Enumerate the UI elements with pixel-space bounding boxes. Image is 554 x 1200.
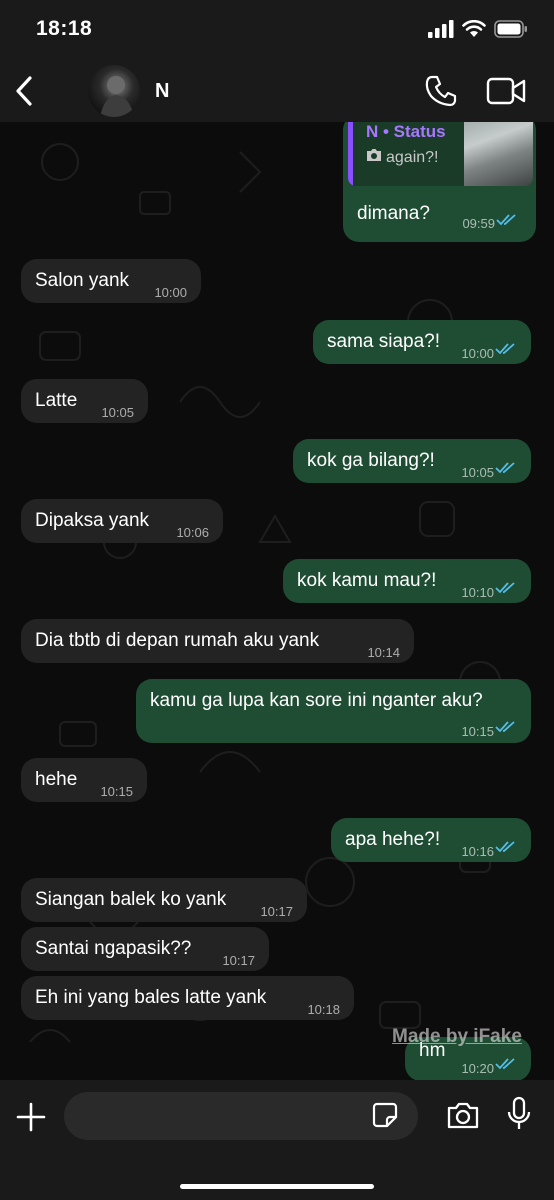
camera-icon[interactable] (446, 1100, 480, 1130)
message-text: Santai ngapasik?? (35, 938, 192, 959)
message-text: kamu ga lupa kan sore ini nganter aku? (150, 690, 483, 711)
message-time: 10:06 (176, 525, 209, 540)
status-bar: 18:18 (0, 0, 554, 60)
status-thumbnail (464, 122, 533, 186)
message-time: 10:17 (260, 904, 293, 919)
watermark: Made by iFake (392, 1026, 522, 1047)
message-time: 10:14 (367, 645, 400, 660)
message-time: 10:18 (307, 1002, 340, 1017)
message-time: 10:00 (461, 346, 494, 361)
message-text: dimana? (357, 203, 430, 224)
read-ticks-icon (495, 841, 515, 853)
message-incoming[interactable]: Dipaksa yank 10:06 (21, 499, 223, 543)
contact-name[interactable]: N (155, 80, 169, 103)
avatar[interactable] (88, 65, 140, 117)
message-input[interactable] (64, 1092, 418, 1140)
signal-icon (428, 20, 454, 38)
message-text: Latte (35, 390, 78, 411)
system-icons (428, 20, 528, 38)
battery-icon (494, 20, 527, 38)
message-time: 10:15 (461, 724, 494, 739)
quote-subtitle: again?! (386, 149, 439, 166)
message-outgoing[interactable]: N • Status again?! dimana? 09:59 (343, 122, 536, 242)
quote-title: N • Status (366, 122, 446, 141)
message-time: 10:05 (461, 465, 494, 480)
quoted-status[interactable]: N • Status again?! (348, 122, 533, 186)
home-indicator (180, 1184, 374, 1189)
wifi-icon (462, 20, 486, 37)
read-ticks-icon (495, 462, 515, 474)
message-text: Salon yank (35, 270, 130, 291)
message-incoming[interactable]: hehe 10:15 (21, 758, 147, 802)
message-time: 10:10 (461, 585, 494, 600)
plus-icon[interactable] (14, 1100, 48, 1134)
message-text: Dipaksa yank (35, 510, 150, 531)
quote-bar (348, 122, 353, 186)
message-incoming[interactable]: Eh ini yang bales latte yank 10:18 (21, 976, 354, 1020)
message-outgoing[interactable]: kok ga bilang?! 10:05 (293, 439, 531, 483)
chat-area[interactable]: N • Status again?! dimana? 09:59 Salon y… (0, 122, 554, 1080)
read-ticks-icon (495, 1058, 515, 1070)
chat-header: N (0, 60, 554, 122)
camera-small-icon (367, 149, 381, 161)
message-text: kok kamu mau?! (297, 570, 437, 591)
message-text: sama siapa?! (327, 331, 441, 352)
message-outgoing[interactable]: apa hehe?! 10:16 (331, 818, 531, 862)
read-ticks-icon (495, 721, 515, 733)
message-incoming[interactable]: Siangan balek ko yank 10:17 (21, 878, 307, 922)
message-incoming[interactable]: Santai ngapasik?? 10:17 (21, 927, 269, 971)
message-text: Eh ini yang bales latte yank (35, 987, 267, 1008)
message-text: hehe (35, 769, 78, 790)
message-outgoing[interactable]: kok kamu mau?! 10:10 (283, 559, 531, 603)
phone-icon[interactable] (424, 74, 458, 108)
input-bar (0, 1080, 554, 1200)
message-text: apa hehe?! (345, 829, 441, 850)
read-ticks-icon (496, 214, 516, 226)
message-incoming[interactable]: Dia tbtb di depan rumah aku yank 10:14 (21, 619, 414, 663)
message-time: 10:16 (461, 844, 494, 859)
video-icon[interactable] (486, 76, 526, 106)
read-ticks-icon (495, 582, 515, 594)
message-text: Siangan balek ko yank (35, 889, 227, 910)
status-time: 18:18 (36, 17, 93, 40)
message-text: kok ga bilang?! (307, 450, 435, 471)
message-outgoing[interactable]: kamu ga lupa kan sore ini nganter aku? 1… (136, 679, 531, 743)
message-time: 09:59 (462, 216, 495, 231)
read-ticks-icon (495, 343, 515, 355)
message-time: 10:00 (154, 285, 187, 300)
message-time: 10:20 (461, 1061, 494, 1076)
message-time: 10:05 (101, 405, 134, 420)
message-text: Dia tbtb di depan rumah aku yank (35, 630, 320, 651)
message-incoming[interactable]: Latte 10:05 (21, 379, 148, 423)
message-outgoing[interactable]: sama siapa?! 10:00 (313, 320, 531, 364)
message-time: 10:15 (100, 784, 133, 799)
sticker-icon[interactable] (372, 1102, 398, 1128)
avatar-photo (100, 76, 134, 117)
mic-icon[interactable] (506, 1096, 532, 1132)
message-time: 10:17 (222, 953, 255, 968)
message-incoming[interactable]: Salon yank 10:00 (21, 259, 201, 303)
back-icon[interactable] (12, 74, 40, 108)
